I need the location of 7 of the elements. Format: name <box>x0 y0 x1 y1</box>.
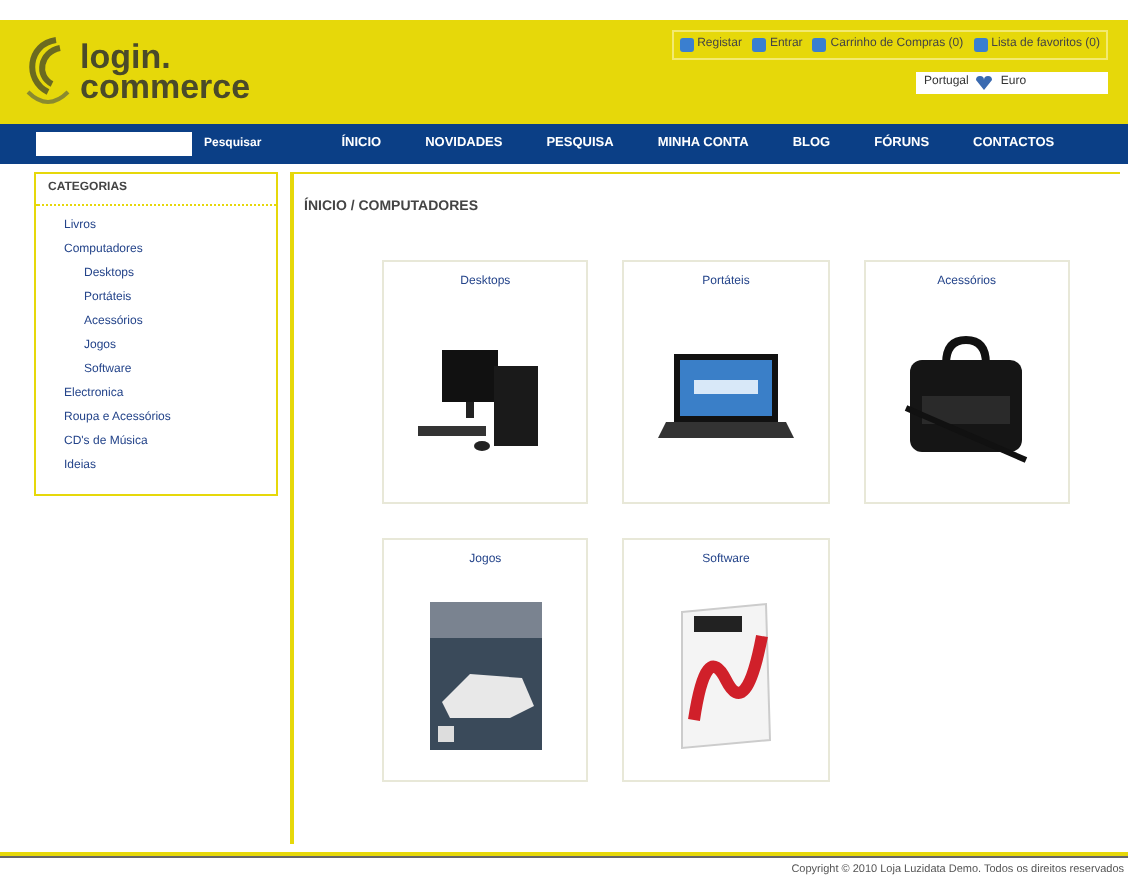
search-field[interactable] <box>36 132 192 156</box>
logo-text: login. <box>80 42 173 72</box>
square-icon <box>751 38 766 52</box>
square-icon <box>812 38 827 52</box>
logo-text: commerce <box>80 72 251 102</box>
square-icon <box>679 38 694 52</box>
square-icon <box>973 38 988 52</box>
